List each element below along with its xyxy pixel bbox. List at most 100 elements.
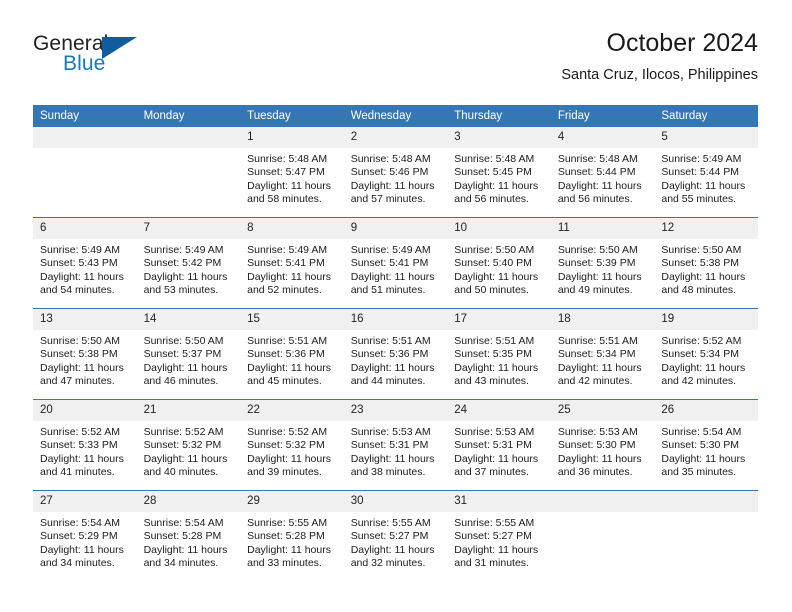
day-sun-info: Sunrise: 5:54 AM Sunset: 5:30 PM Daylight:… [654,421,758,480]
calendar-day-cell[interactable]: 26 Sunrise: 5:54 AM Sunset: 5:30 PM Dayligh… [654,399,758,491]
daylight-text-line1: Daylight: 11 hours [247,361,331,374]
calendar-day-cell-empty [136,127,241,218]
calendar-day-cell[interactable]: 21 Sunrise: 5:52 AM Sunset: 5:32 PM Dayligh… [136,399,241,491]
sunset-text: Sunset: 5:47 PM [247,166,325,179]
daylight-text-line1: Daylight: 11 hours [557,270,642,283]
calendar-day-cell[interactable]: 4 Sunrise: 5:48 AM Sunset: 5:44 PM Daylight… [550,127,655,218]
daylight-text-line1: Daylight: 11 hours [557,179,642,192]
sunrise-text: Sunrise: 5:53 AM [350,426,431,438]
sunrise-text: Sunrise: 5:50 AM [557,244,638,256]
calendar-day-cell[interactable]: 24 Sunrise: 5:53 AM Sunset: 5:31 PM Dayligh… [447,399,551,491]
calendar-day-cell[interactable]: 29 Sunrise: 5:55 AM Sunset: 5:28 PM Dayligh… [240,490,344,581]
daylight-text-line2: and 44 minutes. [350,375,426,388]
day-sun-info: Sunrise: 5:49 AM Sunset: 5:43 PM Daylight:… [33,239,137,298]
sunrise-text: Sunrise: 5:50 AM [454,244,535,256]
weekday-header-wednesday: Wednesday [343,105,448,127]
sunset-text: Sunset: 5:29 PM [40,530,118,543]
calendar-day-cell[interactable]: 7 Sunrise: 5:49 AM Sunset: 5:42 PM Daylight… [136,217,241,309]
calendar-day-cell-empty [654,490,758,581]
day-sun-info: Sunrise: 5:51 AM Sunset: 5:36 PM Daylight:… [344,330,448,389]
calendar-day-cell[interactable]: 20 Sunrise: 5:52 AM Sunset: 5:33 PM Dayligh… [33,399,137,491]
calendar-day-cell[interactable]: 11 Sunrise: 5:50 AM Sunset: 5:39 PM Dayligh… [550,217,655,309]
calendar-day-cell[interactable]: 16 Sunrise: 5:51 AM Sunset: 5:36 PM Dayligh… [343,308,448,400]
day-sun-info: Sunrise: 5:55 AM Sunset: 5:27 PM Daylight:… [447,512,551,571]
calendar-day-cell[interactable]: 9 Sunrise: 5:49 AM Sunset: 5:41 PM Daylight… [343,217,448,309]
day-number: 6 [33,218,137,239]
calendar-day-cell[interactable]: 2 Sunrise: 5:48 AM Sunset: 5:46 PM Daylight… [343,127,448,218]
daylight-text-line1: Daylight: 11 hours [247,179,331,192]
calendar-day-cell[interactable]: 28 Sunrise: 5:54 AM Sunset: 5:28 PM Dayligh… [136,490,241,581]
sunrise-text: Sunrise: 5:48 AM [454,153,535,165]
day-sun-info: Sunrise: 5:55 AM Sunset: 5:27 PM Daylight:… [344,512,448,571]
day-sun-info: Sunrise: 5:50 AM Sunset: 5:40 PM Daylight:… [447,239,551,298]
daylight-text-line2: and 40 minutes. [143,466,219,479]
sunset-text: Sunset: 5:40 PM [454,257,532,270]
weekday-header-tuesday: Tuesday [240,105,344,127]
day-number: 5 [654,127,758,148]
daylight-text-line2: and 53 minutes. [143,284,219,297]
day-sun-info: Sunrise: 5:53 AM Sunset: 5:31 PM Daylight:… [344,421,448,480]
calendar-day-cell[interactable]: 19 Sunrise: 5:52 AM Sunset: 5:34 PM Dayligh… [654,308,758,400]
daylight-text-line1: Daylight: 11 hours [350,179,435,192]
daylight-text-line1: Daylight: 11 hours [661,452,746,465]
sunrise-text: Sunrise: 5:51 AM [454,335,535,347]
sunset-text: Sunset: 5:36 PM [350,348,429,361]
logo-triangle-icon [102,37,137,59]
day-number: 18 [550,309,655,330]
day-number: 2 [343,127,448,148]
calendar-day-cell[interactable]: 5 Sunrise: 5:49 AM Sunset: 5:44 PM Daylight… [654,127,758,218]
day-number: 29 [240,491,344,512]
daylight-text-line2: and 34 minutes. [143,557,219,570]
calendar-week-row: 13 Sunrise: 5:50 AM Sunset: 5:38 PM Dayligh… [33,308,758,400]
calendar-day-cell[interactable]: 25 Sunrise: 5:53 AM Sunset: 5:30 PM Dayligh… [550,399,655,491]
calendar-day-cell[interactable]: 13 Sunrise: 5:50 AM Sunset: 5:38 PM Dayligh… [33,308,137,400]
calendar-day-cell[interactable]: 17 Sunrise: 5:51 AM Sunset: 5:35 PM Dayligh… [447,308,551,400]
calendar-day-cell[interactable]: 27 Sunrise: 5:54 AM Sunset: 5:29 PM Dayligh… [33,490,137,581]
day-sun-info: Sunrise: 5:51 AM Sunset: 5:34 PM Daylight:… [551,330,655,389]
sunset-text: Sunset: 5:32 PM [143,439,222,452]
day-number: 10 [447,218,551,239]
sunset-text: Sunset: 5:46 PM [350,166,429,179]
day-number: 24 [447,400,551,421]
calendar-day-cell[interactable]: 3 Sunrise: 5:48 AM Sunset: 5:45 PM Daylight… [447,127,551,218]
daylight-text-line2: and 51 minutes. [350,284,426,297]
calendar-day-cell[interactable]: 1 Sunrise: 5:48 AM Sunset: 5:47 PM Daylight… [240,127,344,218]
sunrise-text: Sunrise: 5:51 AM [350,335,431,347]
sunrise-text: Sunrise: 5:54 AM [143,517,224,529]
general-blue-logo[interactable]: General Blue [33,32,163,88]
calendar-day-cell[interactable]: 31 Sunrise: 5:55 AM Sunset: 5:27 PM Dayligh… [447,490,551,581]
calendar-day-cell[interactable]: 12 Sunrise: 5:50 AM Sunset: 5:38 PM Dayligh… [654,217,758,309]
calendar-day-cell[interactable]: 15 Sunrise: 5:51 AM Sunset: 5:36 PM Dayligh… [240,308,344,400]
calendar-day-cell[interactable]: 18 Sunrise: 5:51 AM Sunset: 5:34 PM Dayligh… [550,308,655,400]
daylight-text-line2: and 35 minutes. [661,466,737,479]
sunrise-text: Sunrise: 5:49 AM [350,244,431,256]
daylight-text-line1: Daylight: 11 hours [247,452,331,465]
calendar-day-cell[interactable]: 22 Sunrise: 5:52 AM Sunset: 5:32 PM Dayligh… [240,399,344,491]
daylight-text-line1: Daylight: 11 hours [247,270,331,283]
calendar-day-cell[interactable]: 8 Sunrise: 5:49 AM Sunset: 5:41 PM Daylight… [240,217,344,309]
calendar-day-cell[interactable]: 6 Sunrise: 5:49 AM Sunset: 5:43 PM Daylight… [33,217,137,309]
daylight-text-line2: and 41 minutes. [40,466,115,479]
day-number [33,127,137,148]
day-number: 30 [343,491,448,512]
daylight-text-line1: Daylight: 11 hours [661,270,746,283]
sunset-text: Sunset: 5:35 PM [454,348,532,361]
calendar-day-cell[interactable]: 10 Sunrise: 5:50 AM Sunset: 5:40 PM Dayligh… [447,217,551,309]
calendar-table: Sunday Monday Tuesday Wednesday Thursday… [33,105,758,581]
sunset-text: Sunset: 5:33 PM [40,439,118,452]
daylight-text-line1: Daylight: 11 hours [40,452,124,465]
calendar-week-row: 20 Sunrise: 5:52 AM Sunset: 5:33 PM Dayligh… [33,399,758,491]
daylight-text-line2: and 36 minutes. [557,466,633,479]
calendar-week-row: 6 Sunrise: 5:49 AM Sunset: 5:43 PM Daylight… [33,217,758,309]
daylight-text-line2: and 49 minutes. [557,284,633,297]
sunset-text: Sunset: 5:30 PM [661,439,740,452]
day-number: 16 [343,309,448,330]
daylight-text-line2: and 37 minutes. [454,466,529,479]
day-number: 20 [33,400,137,421]
day-sun-info: Sunrise: 5:50 AM Sunset: 5:39 PM Daylight:… [551,239,655,298]
calendar-day-cell[interactable]: 14 Sunrise: 5:50 AM Sunset: 5:37 PM Dayligh… [136,308,241,400]
calendar-day-cell[interactable]: 23 Sunrise: 5:53 AM Sunset: 5:31 PM Dayligh… [343,399,448,491]
day-number: 19 [654,309,758,330]
sunrise-text: Sunrise: 5:49 AM [661,153,742,165]
calendar-day-cell[interactable]: 30 Sunrise: 5:55 AM Sunset: 5:27 PM Dayligh… [343,490,448,581]
